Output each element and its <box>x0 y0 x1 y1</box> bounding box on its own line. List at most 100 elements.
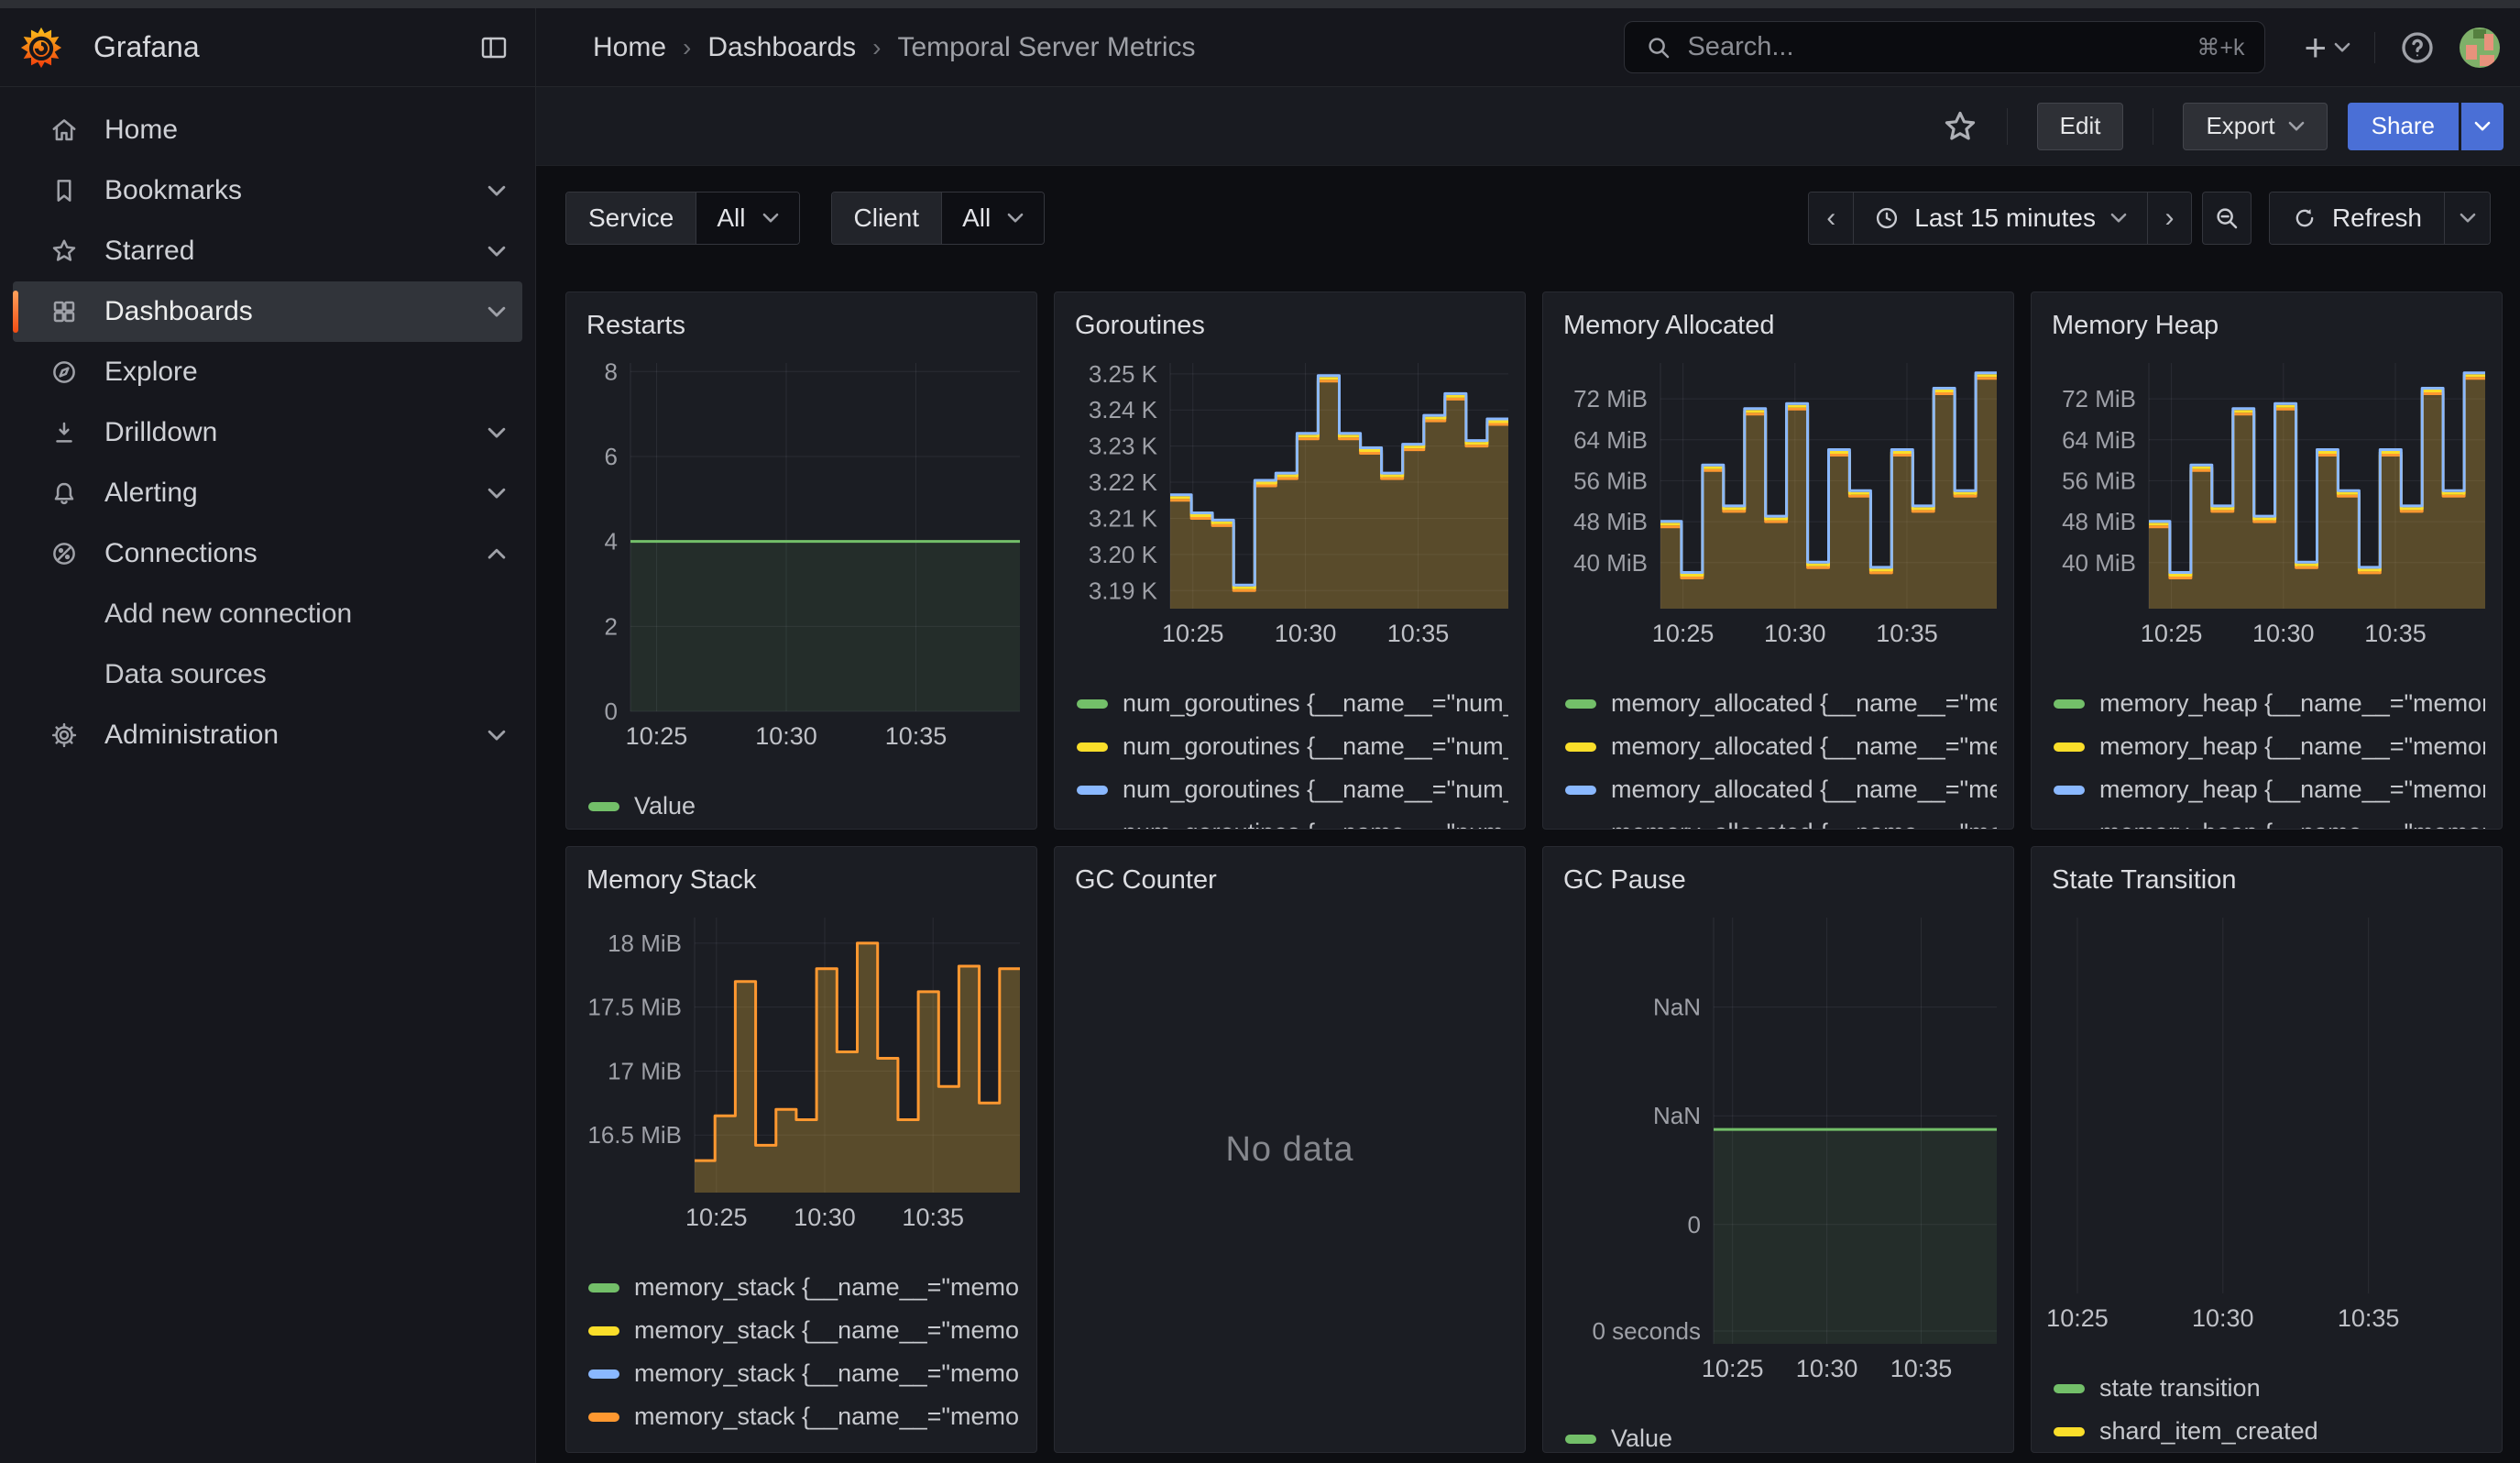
legend-label[interactable]: memory_stack {__name__="memory_s <box>634 1402 1020 1431</box>
time-shift-forward-button[interactable]: › <box>2147 192 2191 244</box>
user-avatar[interactable] <box>2460 28 2500 68</box>
chart-canvas[interactable]: 16.5 MiB17 MiB17.5 MiB18 MiB10:2510:3010… <box>583 918 1020 1235</box>
chevron-down-icon[interactable] <box>488 730 506 742</box>
chevron-down-icon[interactable] <box>488 427 506 439</box>
legend-label[interactable]: Value <box>1611 1424 1672 1453</box>
sidebar-item-dashboards[interactable]: Dashboards <box>13 281 522 342</box>
legend-item[interactable]: memory_stack {__name__="memory_s <box>588 1309 1020 1352</box>
legend-label[interactable]: Value <box>634 792 696 820</box>
legend-label[interactable]: memory_allocated {__name__="memo <box>1611 776 1997 804</box>
legend-item[interactable]: Value <box>588 785 1020 828</box>
sidebar-item-add-new-connection[interactable]: Add new connection <box>13 584 522 644</box>
legend-label[interactable]: memory_heap {__name__="memory_h <box>2099 689 2485 718</box>
legend-item[interactable]: num_goroutines {__name__="num_go <box>1077 725 1508 768</box>
legend-label[interactable]: memory_stack {__name__="memory_s <box>634 1273 1020 1302</box>
client-filter-value[interactable]: All <box>942 192 1044 244</box>
legend-label[interactable]: memory_allocated {__name__="memo <box>1611 819 1997 830</box>
sidebar-item-data-sources[interactable]: Data sources <box>13 644 522 705</box>
legend-label[interactable]: memory_allocated {__name__="memo <box>1611 689 1997 718</box>
share-menu-button[interactable] <box>2461 103 2504 150</box>
service-filter-value[interactable]: All <box>696 192 798 244</box>
legend-label[interactable]: shard_item_created <box>2099 1417 2318 1446</box>
chart-canvas[interactable]: 0 seconds0NaNNaN10:2510:3010:35 <box>1560 918 1997 1386</box>
legend-swatch-icon <box>1565 699 1596 709</box>
legend-label[interactable]: num_goroutines {__name__="num_go <box>1123 732 1508 761</box>
legend-label[interactable]: memory_heap {__name__="memory_h <box>2099 732 2485 761</box>
help-icon[interactable] <box>2399 29 2436 66</box>
chart-canvas[interactable]: 3.19 K3.20 K3.21 K3.22 K3.23 K3.24 K3.25… <box>1071 363 1508 651</box>
legend-item[interactable]: num_goroutines {__name__="num_go <box>1077 682 1508 725</box>
refresh-button[interactable]: Refresh <box>2270 192 2444 244</box>
legend-item[interactable]: shard_item_created <box>2054 1410 2485 1453</box>
brand-name[interactable]: Grafana <box>93 30 200 64</box>
refresh-interval-button[interactable] <box>2444 192 2490 244</box>
new-menu-button[interactable]: + <box>2304 28 2350 67</box>
panel-title[interactable]: Restarts <box>586 311 1020 341</box>
legend-item[interactable]: memory_allocated {__name__="memo <box>1565 811 1997 830</box>
service-filter-label: Service <box>566 192 696 244</box>
legend-label[interactable]: memory_stack {__name__="memory_s <box>634 1359 1020 1388</box>
panel-title[interactable]: Memory Allocated <box>1563 311 1997 341</box>
breadcrumb-home[interactable]: Home <box>593 32 666 63</box>
legend-item[interactable]: memory_allocated {__name__="memo <box>1565 682 1997 725</box>
legend-item[interactable]: memory_allocated {__name__="memo <box>1565 725 1997 768</box>
legend-item[interactable]: Value <box>1565 1417 1997 1453</box>
panel-title[interactable]: Goroutines <box>1075 311 1508 341</box>
chevron-down-icon[interactable] <box>488 246 506 258</box>
sidebar-item-drilldown[interactable]: Drilldown <box>13 402 522 463</box>
panel-title[interactable]: Memory Stack <box>586 865 1020 896</box>
legend-item[interactable]: state transition <box>2054 1367 2485 1410</box>
export-button[interactable]: Export <box>2183 103 2327 150</box>
legend-item[interactable]: num_goroutines {__name__="num_go <box>1077 768 1508 811</box>
legend-label[interactable]: num_goroutines {__name__="num_go <box>1123 776 1508 804</box>
chart-canvas[interactable]: 40 MiB48 MiB56 MiB64 MiB72 MiB10:2510:30… <box>1560 363 1997 651</box>
panel-title[interactable]: GC Pause <box>1563 865 1997 896</box>
legend-label[interactable]: num_goroutines {__name__="num_go <box>1123 689 1508 718</box>
legend-item[interactable]: memory_stack {__name__="memory_s <box>588 1395 1020 1438</box>
zoom-out-button[interactable] <box>2202 192 2252 245</box>
legend-label[interactable]: num_goroutines {__name__="num_go <box>1123 819 1508 830</box>
chevron-up-icon[interactable] <box>488 548 506 560</box>
chevron-down-icon[interactable] <box>488 306 506 318</box>
chart-canvas[interactable]: 0246810:2510:3010:35 <box>583 363 1020 754</box>
search-input[interactable]: Search... ⌘+k <box>1624 21 2265 73</box>
service-filter[interactable]: Service All <box>565 192 800 245</box>
panel-legend: Value <box>583 785 1020 828</box>
sidebar-toggle-icon[interactable] <box>478 33 509 62</box>
panel-title[interactable]: State Transition <box>2052 865 2485 896</box>
panel-legend: memory_stack {__name__="memory_s memory_s… <box>583 1266 1020 1438</box>
sidebar-item-explore[interactable]: Explore <box>13 342 522 402</box>
sidebar-item-alerting[interactable]: Alerting <box>13 463 522 523</box>
favorite-star-icon[interactable] <box>1943 109 1978 144</box>
client-filter[interactable]: Client All <box>831 192 1046 245</box>
chevron-down-icon[interactable] <box>488 185 506 197</box>
edit-button[interactable]: Edit <box>2037 103 2124 150</box>
time-range-picker[interactable]: Last 15 minutes <box>1853 192 2147 244</box>
time-shift-back-button[interactable]: ‹ <box>1809 192 1853 244</box>
legend-label[interactable]: memory_allocated {__name__="memo <box>1611 732 1997 761</box>
legend-item[interactable]: memory_heap {__name__="memory_h <box>2054 768 2485 811</box>
legend-item[interactable]: memory_stack {__name__="memory_s <box>588 1266 1020 1309</box>
chart-canvas[interactable]: 40 MiB48 MiB56 MiB64 MiB72 MiB10:2510:30… <box>2048 363 2485 651</box>
legend-label[interactable]: memory_heap {__name__="memory_h <box>2099 776 2485 804</box>
sidebar-item-bookmarks[interactable]: Bookmarks <box>13 160 522 221</box>
legend-label[interactable]: memory_heap {__name__="memory_h <box>2099 819 2485 830</box>
chart-canvas[interactable]: 10:2510:3010:35 <box>2048 918 2485 1336</box>
legend-item[interactable]: memory_heap {__name__="memory_h <box>2054 682 2485 725</box>
legend-item[interactable]: num_goroutines {__name__="num_go <box>1077 811 1508 830</box>
legend-item[interactable]: memory_heap {__name__="memory_h <box>2054 811 2485 830</box>
chevron-down-icon[interactable] <box>488 488 506 500</box>
legend-item[interactable]: memory_stack {__name__="memory_s <box>588 1352 1020 1395</box>
sidebar-item-home[interactable]: Home <box>13 100 522 160</box>
legend-label[interactable]: state transition <box>2099 1374 2261 1402</box>
legend-item[interactable]: memory_allocated {__name__="memo <box>1565 768 1997 811</box>
sidebar-item-connections[interactable]: Connections <box>13 523 522 584</box>
legend-item[interactable]: memory_heap {__name__="memory_h <box>2054 725 2485 768</box>
breadcrumb-dashboards[interactable]: Dashboards <box>707 32 856 63</box>
panel-title[interactable]: Memory Heap <box>2052 311 2485 341</box>
sidebar-item-administration[interactable]: Administration <box>13 705 522 765</box>
sidebar-item-starred[interactable]: Starred <box>13 221 522 281</box>
legend-label[interactable]: memory_stack {__name__="memory_s <box>634 1316 1020 1345</box>
share-button[interactable]: Share <box>2348 103 2459 150</box>
legend-swatch-icon <box>1077 699 1108 709</box>
